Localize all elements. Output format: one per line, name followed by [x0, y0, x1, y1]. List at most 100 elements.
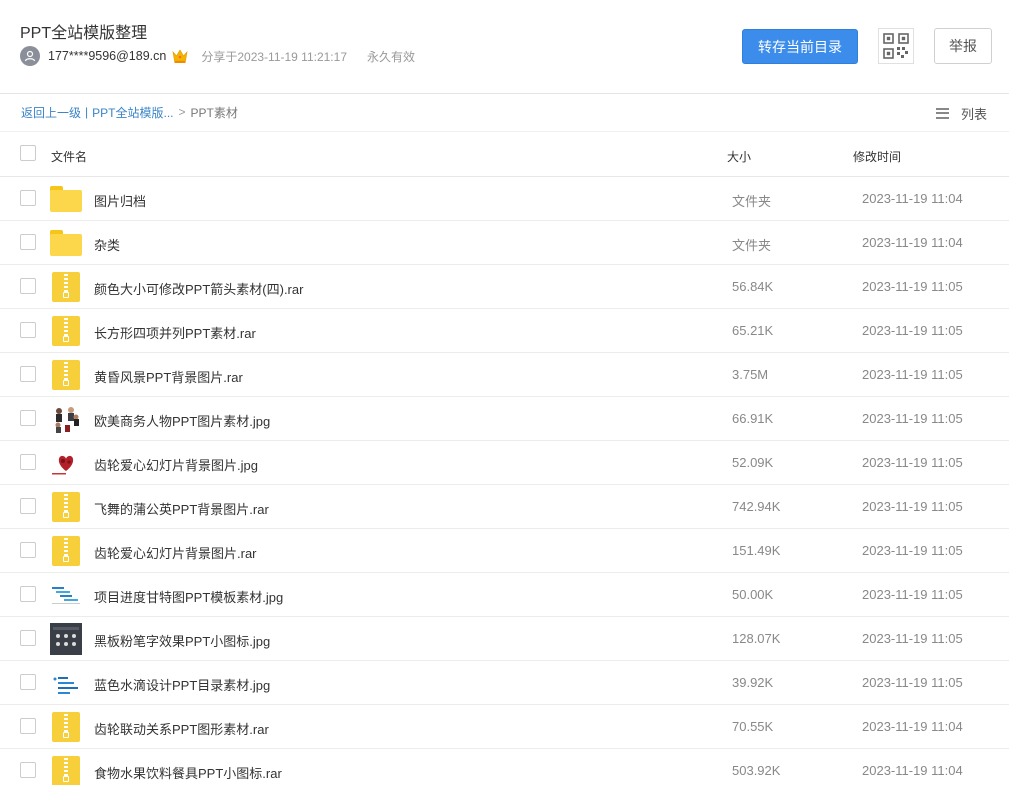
zip-icon [50, 359, 82, 391]
row-checkbox[interactable] [20, 762, 36, 778]
image-thumbnail-heart [50, 447, 82, 479]
row-checkbox[interactable] [20, 586, 36, 602]
table-row[interactable]: 黄昏风景PPT背景图片.rar 3.75M 2023-11-19 11:05 [0, 353, 1009, 397]
share-header: PPT全站模版整理 177****9596@189.cn 分享于2023-11-… [0, 0, 1009, 94]
row-checkbox[interactable] [20, 454, 36, 470]
save-to-directory-button[interactable]: 转存当前目录 [742, 29, 858, 64]
table-row[interactable]: 飞舞的蒲公英PPT背景图片.rar 742.94K 2023-11-19 11:… [0, 485, 1009, 529]
file-name[interactable]: 颜色大小可修改PPT箭头素材(四).rar [94, 279, 303, 298]
column-header-time[interactable]: 修改时间 [853, 148, 901, 165]
table-row[interactable]: 颜色大小可修改PPT箭头素材(四).rar 56.84K 2023-11-19 … [0, 265, 1009, 309]
select-all-checkbox[interactable] [20, 145, 36, 161]
file-name[interactable]: 黄昏风景PPT背景图片.rar [94, 367, 243, 386]
file-name[interactable]: 欧美商务人物PPT图片素材.jpg [94, 411, 270, 430]
zip-icon [50, 711, 82, 743]
zip-icon [50, 755, 82, 785]
table-row[interactable]: 项目进度甘特图PPT模板素材.jpg 50.00K 2023-11-19 11:… [0, 573, 1009, 617]
file-time: 2023-11-19 11:05 [862, 367, 963, 382]
file-size: 文件夹 [732, 194, 772, 209]
zip-icon [50, 315, 82, 347]
file-size: 128.07K [732, 631, 781, 646]
qr-code-button[interactable] [878, 28, 914, 64]
table-row[interactable]: 齿轮爱心幻灯片背景图片.jpg 52.09K 2023-11-19 11:05 [0, 441, 1009, 485]
file-time: 2023-11-19 11:05 [862, 631, 963, 646]
row-checkbox[interactable] [20, 674, 36, 690]
file-size: 56.84K [732, 279, 774, 294]
file-time: 2023-11-19 11:05 [862, 587, 963, 602]
file-time: 2023-11-19 11:05 [862, 411, 963, 426]
breadcrumb: 返回上一级 | PPT全站模版... > PPT素材 [21, 104, 238, 120]
file-name[interactable]: 黑板粉笔字效果PPT小图标.jpg [94, 631, 270, 650]
sharer-name[interactable]: 177****9596@189.cn [48, 49, 166, 63]
file-size: 66.91K [732, 411, 774, 426]
file-time: 2023-11-19 11:05 [862, 543, 963, 558]
row-checkbox[interactable] [20, 718, 36, 734]
file-name[interactable]: 飞舞的蒲公英PPT背景图片.rar [94, 499, 269, 518]
avatar[interactable] [20, 46, 40, 66]
file-size: 70.55K [732, 719, 774, 734]
table-row[interactable]: 蓝色水滴设计PPT目录素材.jpg 39.92K 2023-11-19 11:0… [0, 661, 1009, 705]
list-icon [936, 107, 949, 119]
share-meta: 177****9596@189.cn 分享于2023-11-19 11:21:1… [20, 46, 415, 66]
row-checkbox[interactable] [20, 190, 36, 206]
zip-icon [50, 491, 82, 523]
file-time: 2023-11-19 11:05 [862, 323, 963, 338]
row-checkbox[interactable] [20, 630, 36, 646]
file-name[interactable]: 杂类 [94, 235, 120, 254]
user-icon [24, 50, 36, 62]
table-row[interactable]: 齿轮爱心幻灯片背景图片.rar 151.49K 2023-11-19 11:05 [0, 529, 1009, 573]
table-header: 文件名 大小 修改时间 [0, 131, 1009, 177]
breadcrumb-arrow: > [178, 105, 186, 119]
zip-icon [50, 271, 82, 303]
file-name[interactable]: 长方形四项并列PPT素材.rar [94, 323, 256, 342]
file-name[interactable]: 项目进度甘特图PPT模板素材.jpg [94, 587, 283, 606]
file-name[interactable]: 齿轮爱心幻灯片背景图片.jpg [94, 455, 258, 474]
column-header-size[interactable]: 大小 [727, 148, 751, 165]
file-size: 65.21K [732, 323, 774, 338]
view-mode-toggle[interactable]: 列表 [936, 104, 987, 122]
view-mode-label: 列表 [961, 106, 988, 122]
table-row[interactable]: 黑板粉笔字效果PPT小图标.jpg 128.07K 2023-11-19 11:… [0, 617, 1009, 661]
file-size: 50.00K [732, 587, 774, 602]
breadcrumb-separator: | [85, 105, 89, 119]
breadcrumb-current: PPT素材 [190, 105, 238, 120]
back-link[interactable]: 返回上一级 [21, 104, 81, 121]
validity-text: 永久有效 [367, 49, 416, 64]
image-thumbnail-blackboard [50, 623, 82, 655]
breadcrumb-parent[interactable]: PPT全站模版... [92, 104, 173, 121]
file-name[interactable]: 齿轮爱心幻灯片背景图片.rar [94, 543, 257, 562]
row-checkbox[interactable] [20, 498, 36, 514]
file-time: 2023-11-19 11:05 [862, 279, 963, 294]
column-header-name[interactable]: 文件名 [51, 148, 87, 165]
file-size: 3.75M [732, 367, 769, 382]
table-row[interactable]: 杂类 文件夹 2023-11-19 11:04 [0, 221, 1009, 265]
row-checkbox[interactable] [20, 410, 36, 426]
row-checkbox[interactable] [20, 542, 36, 558]
file-size: 151.49K [732, 543, 781, 558]
row-checkbox[interactable] [20, 278, 36, 294]
table-row[interactable]: 齿轮联动关系PPT图形素材.rar 70.55K 2023-11-19 11:0… [0, 705, 1009, 749]
file-size: 39.92K [732, 675, 774, 690]
file-name[interactable]: 齿轮联动关系PPT图形素材.rar [94, 719, 269, 738]
file-size: 742.94K [732, 499, 781, 514]
table-row[interactable]: 长方形四项并列PPT素材.rar 65.21K 2023-11-19 11:05 [0, 309, 1009, 353]
share-time: 分享于2023-11-19 11:21:17 [201, 49, 347, 64]
file-time: 2023-11-19 11:04 [862, 235, 963, 250]
report-button[interactable]: 举报 [934, 28, 992, 64]
file-time: 2023-11-19 11:05 [862, 455, 963, 470]
table-row[interactable]: 欧美商务人物PPT图片素材.jpg 66.91K 2023-11-19 11:0… [0, 397, 1009, 441]
image-thumbnail-blue-drops [50, 667, 82, 699]
row-checkbox[interactable] [20, 366, 36, 382]
folder-icon [50, 183, 82, 215]
file-name[interactable]: 图片归档 [94, 191, 146, 210]
table-row[interactable]: 食物水果饮料餐具PPT小图标.rar 503.92K 2023-11-19 11… [0, 749, 1009, 785]
row-checkbox[interactable] [20, 234, 36, 250]
table-row[interactable]: 图片归档 文件夹 2023-11-19 11:04 [0, 177, 1009, 221]
file-name[interactable]: 蓝色水滴设计PPT目录素材.jpg [94, 675, 270, 694]
file-size: 文件夹 [732, 238, 772, 253]
row-checkbox[interactable] [20, 322, 36, 338]
file-name[interactable]: 食物水果饮料餐具PPT小图标.rar [94, 763, 282, 782]
image-thumbnail-people [50, 403, 82, 435]
zip-icon [50, 535, 82, 567]
file-size: 503.92K [732, 763, 781, 778]
